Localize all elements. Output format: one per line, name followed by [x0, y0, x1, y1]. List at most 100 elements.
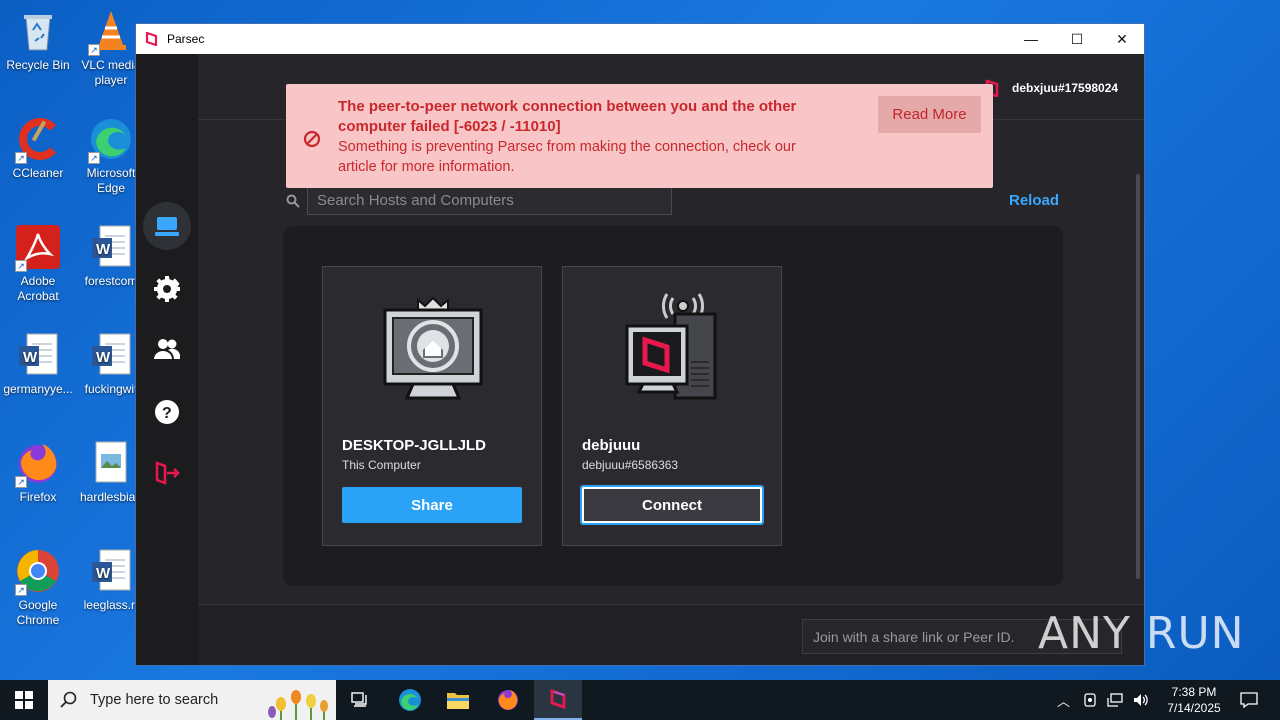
sidebar-item-help[interactable]: ? [143, 388, 191, 436]
help-icon: ? [155, 400, 179, 424]
shortcut-arrow-icon: ↗ [15, 476, 27, 488]
taskbar: Type here to search ︿ 7:38 PM 7/14/2025 [0, 680, 1280, 720]
start-button[interactable] [0, 680, 48, 720]
close-button[interactable]: ✕ [1099, 24, 1145, 54]
desktop-icon-label: Firefox [19, 490, 57, 504]
device-icon[interactable] [1082, 692, 1098, 708]
share-button[interactable]: Share [342, 487, 522, 523]
word-document-icon: W [88, 332, 134, 378]
desktop-icon-label: Google Chrome [16, 598, 60, 627]
parsec-logo-icon [550, 689, 566, 709]
folder-icon [447, 693, 469, 709]
desktop-icon-recycle-bin[interactable]: Recycle Bin [0, 8, 76, 73]
clock[interactable]: 7:38 PM 7/14/2025 [1158, 684, 1230, 716]
recycle-bin-icon [15, 8, 61, 54]
desktop-icon-label: forestcom [84, 274, 138, 288]
host-card-this-computer: DESKTOP-JGLLJLD This Computer Share [322, 266, 542, 546]
desktop-icon-ccleaner[interactable]: ↗ CCleaner [0, 116, 76, 181]
desktop-icon-firefox[interactable]: ↗ Firefox [0, 440, 76, 505]
sidebar-item-computers[interactable] [143, 202, 191, 250]
scrollbar[interactable] [1136, 174, 1140, 579]
friends-icon [154, 339, 180, 359]
task-view-icon [351, 692, 367, 707]
sidebar-item-settings[interactable] [143, 265, 191, 313]
ccleaner-icon: ↗ [15, 116, 61, 164]
edge-icon: ↗ [88, 116, 134, 164]
shortcut-arrow-icon: ↗ [88, 152, 100, 164]
network-icon[interactable] [1106, 692, 1124, 708]
taskbar-firefox[interactable] [484, 680, 532, 720]
taskbar-edge[interactable] [386, 680, 434, 720]
desktop-icon-label: hardlesbian [79, 490, 143, 504]
error-message: Something is preventing Parsec from maki… [338, 139, 796, 175]
read-more-button[interactable]: Read More [878, 96, 981, 133]
taskbar-search-text: Type here to search [90, 692, 219, 708]
task-view-button[interactable] [336, 680, 384, 720]
search-icon [60, 691, 77, 708]
host-card-debjuuu: debjuuu debjuuu#6586363 Connect [562, 266, 782, 546]
maximize-icon: ☐ [1070, 30, 1084, 47]
error-icon [303, 130, 321, 148]
acrobat-icon: ↗ [15, 224, 61, 272]
gear-icon [154, 276, 180, 302]
shortcut-arrow-icon: ↗ [15, 584, 27, 596]
sidebar-item-friends[interactable] [143, 325, 191, 373]
taskbar-search[interactable]: Type here to search [48, 680, 336, 720]
desktop-icon-label: germanyye... [3, 382, 73, 396]
desktop-icon-label: fuckingwit [84, 382, 138, 396]
chevron-up-icon[interactable]: ︿ [1057, 691, 1070, 710]
word-document-icon: W [15, 332, 61, 378]
chrome-icon: ↗ [15, 548, 61, 596]
desktop-icon-label: Microsoft Edge [86, 166, 136, 195]
error-notification: The peer-to-peer network connection betw… [286, 84, 993, 188]
close-icon: ✕ [1116, 30, 1128, 47]
svg-text:W: W [96, 241, 111, 258]
volume-icon[interactable] [1132, 692, 1150, 708]
remote-computer-icon [625, 293, 717, 400]
taskbar-file-explorer[interactable] [434, 680, 482, 720]
error-title: The peer-to-peer network connection betw… [338, 98, 797, 135]
desktop-icon-germanyye[interactable]: W germanyye... [0, 332, 76, 397]
shortcut-arrow-icon: ↗ [15, 152, 27, 164]
window-title: Parsec [167, 32, 205, 46]
desktop-icon-label: CCleaner [12, 166, 64, 180]
svg-text:?: ? [162, 405, 172, 422]
sidebar-item-logout[interactable] [143, 449, 191, 497]
hosts-panel: DESKTOP-JGLLJLD This Computer Share debj… [283, 226, 1063, 586]
shortcut-arrow-icon: ↗ [15, 260, 27, 272]
windows-logo-icon [15, 691, 33, 709]
minimize-icon: — [1024, 31, 1038, 47]
maximize-button[interactable]: ☐ [1054, 24, 1100, 54]
parsec-logo-icon [145, 32, 158, 46]
edge-icon [399, 689, 421, 711]
desktop-icon-adobe-acrobat[interactable]: ↗ Adobe Acrobat [0, 224, 76, 304]
firefox-icon: ↗ [15, 440, 61, 488]
computer-icon [155, 217, 179, 236]
system-tray: ︿ 7:38 PM 7/14/2025 [1057, 680, 1280, 720]
svg-text:W: W [23, 349, 38, 366]
search-icon [286, 194, 300, 208]
svg-text:W: W [96, 349, 111, 366]
notification-icon[interactable] [1240, 692, 1258, 708]
connect-button[interactable]: Connect [580, 485, 764, 525]
vlc-cone-icon: ↗ [88, 8, 134, 56]
image-file-icon [88, 440, 134, 486]
desktop-icon-label: leeglass.rt [83, 598, 139, 612]
user-profile[interactable]: debxjuu#17598024 [984, 79, 1118, 97]
svg-text:W: W [96, 565, 111, 582]
sidebar: ? [136, 54, 198, 665]
host-name: debjuuu [582, 437, 641, 454]
desktop-icon-label: VLC media player [81, 58, 141, 87]
desktop-icon-label: Recycle Bin [6, 58, 70, 72]
desktop-icon-chrome[interactable]: ↗ Google Chrome [0, 548, 76, 628]
title-bar[interactable]: Parsec — ☐ ✕ [136, 24, 1144, 54]
host-subtitle: This Computer [342, 458, 421, 472]
logout-icon [155, 461, 180, 485]
clock-time: 7:38 PM [1171, 685, 1217, 699]
minimize-button[interactable]: — [1008, 24, 1054, 54]
taskbar-parsec[interactable] [534, 680, 582, 720]
host-name: DESKTOP-JGLLJLD [342, 437, 486, 454]
search-input[interactable] [307, 186, 672, 215]
reload-button[interactable]: Reload [1009, 192, 1059, 209]
username: debxjuu#17598024 [1012, 81, 1119, 95]
